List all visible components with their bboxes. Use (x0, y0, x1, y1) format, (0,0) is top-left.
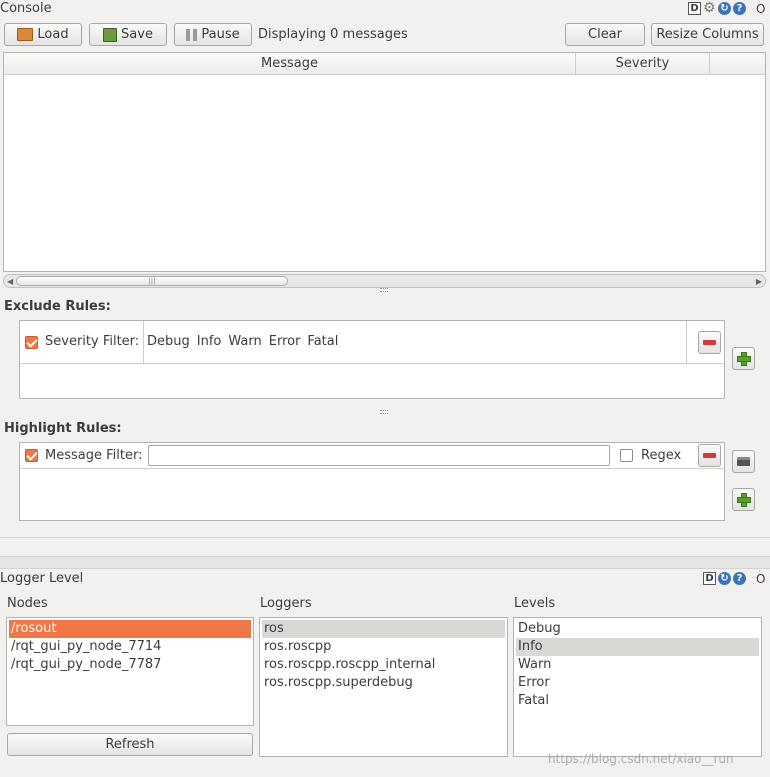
node-item[interactable]: /rqt_gui_py_node_7787 (9, 656, 251, 674)
remove-highlight-filter-button[interactable] (698, 444, 721, 467)
splitter-handle[interactable] (380, 288, 388, 292)
close-icon[interactable]: O (756, 2, 765, 16)
help-icon[interactable]: ? (733, 572, 746, 585)
node-item[interactable]: /rqt_gui_py_node_7714 (9, 638, 251, 656)
highlight-options-button[interactable] (732, 450, 755, 473)
panel-divider (0, 537, 770, 538)
level-item[interactable]: Warn (516, 656, 759, 674)
level-item[interactable]: Debug (516, 620, 759, 638)
message-filter-checkbox[interactable] (25, 449, 38, 462)
regex-checkbox[interactable] (620, 449, 633, 462)
reload-icon[interactable]: ↻ (718, 2, 731, 15)
message-filter-label: Message Filter: (45, 448, 143, 463)
levels-list[interactable]: Debug Info Warn Error Fatal (513, 617, 762, 757)
severity-list[interactable]: Debug Info Warn Error Fatal (147, 334, 338, 349)
scroll-right-icon[interactable]: ▶ (756, 277, 762, 286)
exclude-rules-list[interactable]: Severity Filter: Debug Info Warn Error F… (19, 320, 725, 399)
help-icon[interactable]: ? (733, 2, 746, 15)
logger-item[interactable]: ros.roscpp.roscpp_internal (262, 656, 505, 674)
splitter-handle[interactable] (380, 410, 388, 414)
dock-icon[interactable]: D (688, 2, 701, 15)
message-table[interactable]: Message Severity (3, 52, 766, 272)
minus-icon (703, 453, 716, 458)
scrollbar-thumb[interactable]: ||| (16, 276, 288, 286)
folder-icon (17, 28, 34, 41)
levels-heading: Levels (514, 596, 556, 611)
resize-columns-button[interactable]: Resize Columns (651, 23, 764, 46)
highlight-rules-heading: Highlight Rules: (4, 421, 122, 436)
pause-icon (186, 28, 198, 41)
dock-icon[interactable]: D (703, 572, 716, 585)
filter-options-icon (737, 457, 750, 466)
logger-item[interactable]: ros.roscpp.superdebug (262, 674, 505, 692)
logger-item[interactable]: ros.roscpp (262, 638, 505, 656)
nodes-list[interactable]: /rosout /rqt_gui_py_node_7714 /rqt_gui_p… (6, 617, 254, 726)
save-icon (103, 27, 118, 42)
severity-item-warn[interactable]: Warn (228, 334, 261, 349)
pause-button[interactable]: Pause (174, 23, 252, 46)
horizontal-scrollbar[interactable]: ◀ ||| ▶ (3, 274, 766, 288)
plus-icon (736, 492, 751, 507)
loggers-heading: Loggers (260, 596, 312, 611)
scroll-left-icon[interactable]: ◀ (7, 277, 13, 286)
severity-item-debug[interactable]: Debug (147, 334, 190, 349)
highlight-rules-list[interactable]: Message Filter: Regex (19, 442, 725, 521)
save-button[interactable]: Save (89, 23, 167, 46)
add-exclude-filter-button[interactable] (732, 347, 755, 370)
column-header-severity[interactable]: Severity (576, 53, 710, 75)
column-divider (686, 321, 687, 363)
minus-icon (703, 340, 716, 345)
node-item[interactable]: /rosout (9, 620, 251, 638)
remove-exclude-filter-button[interactable] (698, 331, 721, 354)
loggers-list[interactable]: ros ros.roscpp ros.roscpp.roscpp_interna… (259, 617, 508, 757)
console-title: Console (0, 1, 52, 16)
severity-item-info[interactable]: Info (197, 334, 222, 349)
nodes-heading: Nodes (7, 596, 48, 611)
add-highlight-filter-button[interactable] (732, 488, 755, 511)
exclude-rules-heading: Exclude Rules: (4, 299, 111, 314)
gear-icon[interactable]: ⚙ (703, 1, 717, 15)
severity-item-error[interactable]: Error (269, 334, 301, 349)
refresh-button[interactable]: Refresh (7, 733, 253, 756)
message-count-status: Displaying 0 messages (258, 27, 408, 42)
severity-item-fatal[interactable]: Fatal (307, 334, 338, 349)
severity-filter-label: Severity Filter: (45, 334, 140, 349)
clear-button[interactable]: Clear (565, 23, 645, 46)
logger-level-title: Logger Level (0, 571, 84, 586)
level-item[interactable]: Error (516, 674, 759, 692)
dock-separator[interactable] (0, 556, 770, 569)
message-filter-row: Message Filter: Regex (20, 443, 724, 469)
watermark-text: https://blog.csdn.net/xiao__run (548, 752, 734, 766)
column-header-filler (710, 53, 765, 75)
column-header-message[interactable]: Message (4, 53, 576, 75)
reload-icon[interactable]: ↻ (718, 572, 731, 585)
message-filter-input[interactable] (148, 445, 610, 466)
level-item[interactable]: Fatal (516, 692, 759, 710)
logger-item[interactable]: ros (262, 620, 505, 638)
severity-filter-label-cell: Severity Filter: (20, 321, 144, 363)
regex-label: Regex (641, 448, 682, 463)
plus-icon (736, 351, 751, 366)
level-item[interactable]: Info (516, 638, 759, 656)
severity-filter-row: Severity Filter: Debug Info Warn Error F… (20, 321, 724, 364)
severity-filter-checkbox[interactable] (25, 336, 38, 349)
close-icon[interactable]: O (756, 572, 765, 586)
load-button[interactable]: Load (4, 23, 82, 46)
